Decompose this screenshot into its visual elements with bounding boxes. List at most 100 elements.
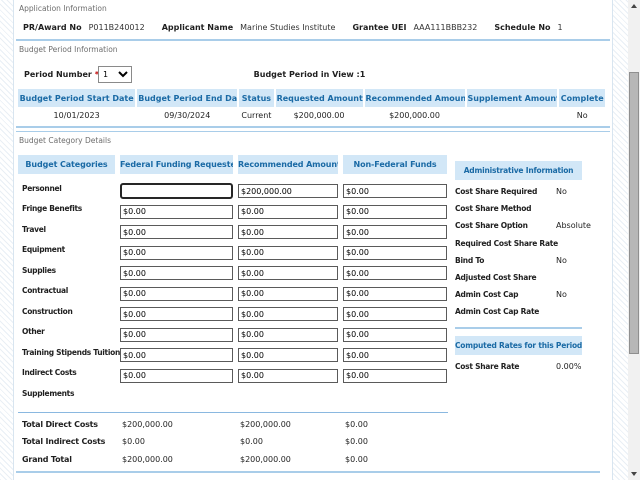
panel-field-row: Cost Share RequiredNo	[455, 183, 582, 200]
federal-funding-input[interactable]	[120, 348, 233, 362]
category-cell	[343, 261, 447, 281]
category-row: Training Stipends Tuition	[18, 342, 454, 363]
panel-field-row: Adjusted Cost Share	[455, 269, 582, 286]
category-cell	[120, 363, 233, 383]
recommended-amount-input[interactable]	[238, 184, 338, 198]
period-table-cell: $200,000.00	[365, 107, 465, 124]
non-federal-funds-input[interactable]	[343, 307, 447, 321]
totals-value: $0.00	[238, 437, 338, 446]
non-federal-funds-input[interactable]	[343, 348, 447, 362]
panel-field-row: Cost Share Method	[455, 200, 582, 217]
category-label: Supplements	[18, 389, 115, 398]
totals-label: Total Direct Costs	[18, 420, 115, 429]
vertical-scrollbar[interactable]	[628, 0, 640, 480]
category-cell	[343, 281, 447, 301]
non-federal-funds-input[interactable]	[343, 184, 447, 198]
federal-funding-input[interactable]	[120, 328, 233, 342]
totals-value: $0.00	[343, 455, 447, 464]
category-cell	[238, 261, 338, 281]
recommended-amount-input[interactable]	[238, 369, 338, 383]
scrollbar-thumb[interactable]	[629, 72, 639, 354]
federal-funding-input[interactable]	[120, 307, 233, 321]
category-header-cell: Non-Federal Funds	[343, 155, 447, 174]
category-cell	[120, 302, 233, 322]
federal-funding-input[interactable]	[120, 246, 233, 260]
non-federal-funds-input[interactable]	[343, 246, 447, 260]
federal-funding-input[interactable]	[120, 205, 233, 219]
period-table-cell: 09/30/2024	[137, 107, 237, 124]
period-table-cell: $200,000.00	[276, 107, 363, 124]
non-federal-funds-input[interactable]	[343, 328, 447, 342]
field-value: AAA111BBB232	[413, 23, 477, 32]
totals-label: Grand Total	[18, 455, 115, 464]
panel-field-row: Admin Cost Cap Rate	[455, 303, 582, 320]
recommended-amount-input[interactable]	[238, 348, 338, 362]
panel-field-label: Admin Cost Cap	[455, 290, 556, 299]
category-label: Training Stipends Tuition	[18, 348, 115, 357]
scroll-down-icon	[631, 472, 637, 476]
admin-panel: Administrative Information Cost Share Re…	[455, 161, 582, 375]
totals-value: $200,000.00	[238, 455, 338, 464]
category-cell	[120, 281, 233, 301]
category-row: Travel	[18, 219, 454, 240]
recommended-amount-input[interactable]	[238, 266, 338, 280]
category-header-cell: Recommended Amount	[238, 155, 338, 174]
recommended-amount-input[interactable]	[238, 287, 338, 301]
non-federal-funds-input[interactable]	[343, 287, 447, 301]
federal-funding-input[interactable]	[120, 225, 233, 239]
federal-funding-input[interactable]	[120, 183, 233, 199]
category-row: Contractual	[18, 281, 454, 302]
non-federal-funds-input[interactable]	[343, 225, 447, 239]
recommended-amount-input[interactable]	[238, 205, 338, 219]
totals-row: Total Indirect Costs$0.00$0.00$0.00	[18, 433, 454, 451]
computed-rates-fields: Cost Share Rate0.00%	[455, 358, 582, 375]
budget-category-details-area: Budget CategoriesFederal Funding Request…	[14, 147, 612, 477]
category-row: Equipment	[18, 240, 454, 261]
recommended-amount-input[interactable]	[238, 307, 338, 321]
category-cell	[120, 343, 233, 363]
totals-row: Total Direct Costs $200,000.00 $200,000.00…	[18, 416, 454, 434]
totals-value: $200,000.00	[238, 420, 338, 429]
category-cell	[343, 343, 447, 363]
federal-funding-input[interactable]	[120, 369, 233, 383]
category-row: Supplies	[18, 260, 454, 281]
totals-value: $200,000.00	[120, 455, 233, 464]
category-row: Indirect Costs	[18, 363, 454, 384]
panel-field-row: Bind ToNo	[455, 252, 582, 269]
non-federal-funds-input[interactable]	[343, 369, 447, 383]
category-cell	[120, 240, 233, 260]
panel-field-label: Required Cost Share Rate	[455, 239, 556, 248]
totals-value: $200,000.00	[120, 420, 233, 429]
budget-period-in-view: Budget Period in View :1	[14, 70, 605, 79]
panel-field-label: Cost Share Rate	[455, 362, 556, 371]
panel-field-label: Cost Share Required	[455, 187, 556, 196]
field-value: P011B240012	[89, 23, 145, 32]
category-label: Fringe Benefits	[18, 204, 115, 213]
scroll-down-button[interactable]	[628, 468, 640, 480]
category-row: Personnel	[18, 178, 454, 199]
non-federal-funds-input[interactable]	[343, 205, 447, 219]
panel-field-label: Cost Share Method	[455, 204, 556, 213]
recommended-amount-input[interactable]	[238, 225, 338, 239]
recommended-amount-input[interactable]	[238, 246, 338, 260]
category-rows: PersonnelFringe BenefitsTravelEquipmentS…	[18, 178, 454, 404]
panel-field-label: Cost Share Option	[455, 221, 556, 230]
period-table-cell: Current	[239, 107, 273, 124]
category-cell	[343, 199, 447, 219]
panel-field-label: Bind To	[455, 256, 556, 265]
period-table-header-cell: Supplement Amount	[467, 89, 558, 107]
totals-value: $0.00	[120, 437, 233, 446]
period-table-header-cell: Recommended Amount	[365, 89, 465, 107]
federal-funding-input[interactable]	[120, 266, 233, 280]
category-cell	[343, 220, 447, 240]
federal-funding-input[interactable]	[120, 287, 233, 301]
period-table-cell: 10/01/2023	[18, 107, 135, 124]
category-label: Contractual	[18, 286, 115, 295]
budget-period-table: Budget Period Start DateBudget Period En…	[16, 89, 607, 124]
non-federal-funds-input[interactable]	[343, 266, 447, 280]
recommended-amount-input[interactable]	[238, 328, 338, 342]
category-label: Other	[18, 327, 115, 336]
scroll-up-button[interactable]	[628, 0, 640, 12]
category-cell	[238, 179, 338, 199]
form-content: Application Information PR/Award NoP011B…	[14, 0, 612, 480]
